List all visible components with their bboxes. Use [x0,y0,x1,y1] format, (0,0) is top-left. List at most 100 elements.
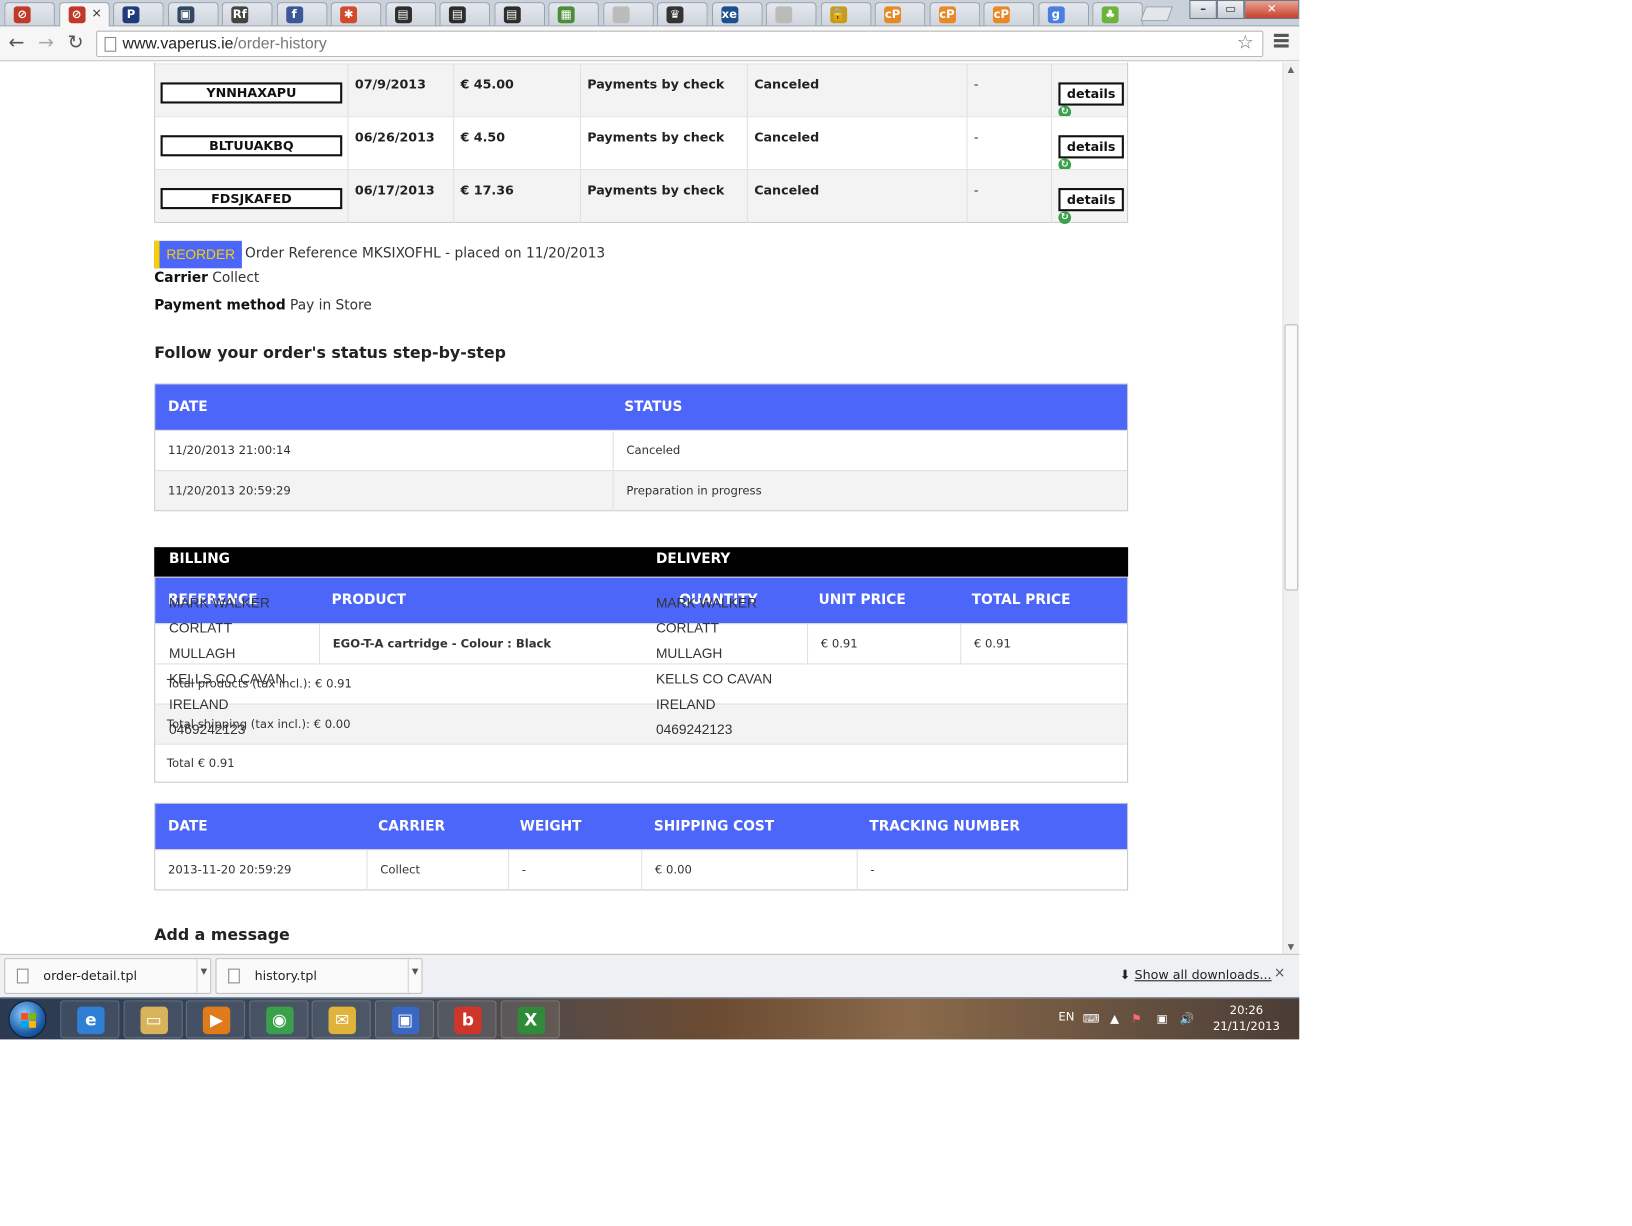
bookmark-star-icon[interactable]: ☆ [1237,32,1254,54]
taskbar-app[interactable]: ✉ [311,1000,371,1039]
chevron-down-icon[interactable]: ▼ [196,959,210,993]
details-button[interactable]: details [1058,188,1124,212]
browser-tab[interactable]: xe [711,2,763,26]
taskbar-app[interactable]: b [437,1000,497,1039]
status-section-title: Follow your order's status step-by-step [154,343,506,363]
windows-taskbar: e ▭ ▶ ◉ ✉ ▣ b X EN ⌨ ▲ ⚑ ▣ 🔊 20:26 21/11/2013 [0,997,1300,1040]
language-indicator[interactable]: EN [1058,1010,1074,1024]
table-row: 2013-11-20 20:59:29 Collect - € 0.00 - [155,849,1130,891]
order-reference-button[interactable]: YNNHAXAPU [160,82,343,104]
taskbar-app[interactable]: ◉ [248,1000,308,1039]
header-tracking-number: TRACKING NUMBER [869,818,1021,835]
browser-tab[interactable] [765,2,817,26]
table-row: 11/20/2013 21:00:14 Canceled [155,429,1128,472]
shop-icon: ▤ [503,6,521,24]
volume-icon[interactable]: 🔊 [1180,1012,1194,1026]
scroll-up-icon[interactable]: ▲ [1288,64,1295,74]
download-item[interactable]: order-detail.tpl ▼ [4,958,212,994]
show-all-downloads-link[interactable]: ⬇ Show all downloads... [1120,968,1272,983]
browser-tab[interactable]: ▤ [439,2,491,26]
products-table-header: REFERENCE PRODUCT QUANTITY UNIT PRICE TO… [155,577,1128,624]
order-payment-cell: Payments by check [579,64,747,118]
address-bar[interactable]: www.vaperus.ie/order-history ☆ [96,30,1264,58]
order-reference-button[interactable]: BLTUUAKBQ [160,135,343,157]
download-item[interactable]: history.tpl ▼ [215,958,423,994]
address-line: IRELAND [655,696,716,712]
browser-tab[interactable]: cP [983,2,1035,26]
tray-expand-icon[interactable]: ▲ [1110,1012,1119,1026]
trello-icon: ▣ [176,6,194,24]
browser-tab[interactable] [602,2,654,26]
action-center-icon[interactable]: ⚑ [1131,1012,1141,1026]
taskbar-app[interactable]: ▭ [123,1000,183,1039]
browser-tab[interactable]: f [276,2,327,26]
download-bar: order-detail.tpl ▼ history.tpl ▼ ⬇ Show a… [0,953,1300,998]
ie-icon: e [77,1006,105,1035]
scrollbar-thumb[interactable] [1284,324,1299,591]
close-icon[interactable]: × [1274,965,1286,981]
header-carrier: CARRIER [378,818,446,835]
details-button[interactable]: details [1058,82,1124,106]
taskbar-app[interactable]: X [500,1000,560,1039]
taskbar-app[interactable]: ▣ [374,1000,434,1039]
details-button[interactable]: details [1058,135,1124,159]
browser-tab[interactable]: cP [874,2,926,26]
page-icon [775,6,793,24]
new-tab-button[interactable] [1140,6,1174,22]
address-line: KELLS CO CAVAN [655,670,773,687]
browser-tab[interactable]: ♣ [1092,2,1143,26]
maximize-button[interactable]: ▭ [1216,0,1245,20]
reorder-button[interactable]: REORDER [154,240,242,269]
browser-tab[interactable]: ✱ [330,2,382,26]
browser-tab[interactable]: ▤ [493,2,545,26]
browser-tab[interactable]: ♛ [657,2,708,26]
network-icon[interactable]: ▣ [1157,1012,1168,1026]
screen: ⊘ ⊘ × P ▣ Rf f ✱ ▤ ▤ ▤ ▦ ♛ xe 🔒 cP cP cP g ♣ – ▭ ✕ ← → ↻ www.v… [0,0,1632,1226]
order-date-cell: 06/26/2013 [347,117,454,171]
reorder-icon[interactable]: ↻ [1058,211,1072,224]
page-icon [104,36,117,52]
order-payment-cell: Payments by check [579,170,747,223]
browser-tab[interactable]: ⊘ [4,2,55,26]
shipping-tracking: - [856,850,1130,891]
chevron-down-icon[interactable]: ▼ [407,959,422,993]
outlook-icon: ✉ [328,1006,356,1035]
browser-tab[interactable]: Rf [221,2,273,26]
browser-tab[interactable]: ▣ [167,2,219,26]
payment-value: Pay in Store [290,297,372,314]
taskbar-app[interactable]: e [60,1000,120,1039]
product-unit-price: € 0.91 [807,624,960,665]
scroll-down-icon[interactable]: ▼ [1288,942,1295,952]
browser-tab[interactable]: ▤ [385,2,436,26]
order-invoice-cell: - [966,117,1052,171]
address-line: MULLAGH [655,645,723,662]
close-tab-icon[interactable]: × [91,5,102,20]
vertical-scrollbar[interactable]: ▲ ▼ [1282,62,1300,954]
browser-tab[interactable]: g [1037,2,1089,26]
browser-tab[interactable]: 🔒 [820,2,871,26]
minimize-button[interactable]: – [1189,0,1217,20]
browser-tab[interactable]: ⊘ × [58,2,110,28]
shipping-table: DATE CARRIER WEIGHT SHIPPING COST TRACKI… [154,802,1130,891]
start-button[interactable] [8,1000,47,1039]
browser-tab[interactable]: ▦ [548,2,599,26]
address-line: MARK WALKER [169,594,270,611]
taskbar-app[interactable]: ▶ [185,1000,246,1039]
forward-button[interactable]: → [38,32,54,54]
chrome-menu-icon[interactable] [1273,33,1289,50]
reload-button[interactable]: ↻ [68,32,84,54]
back-button[interactable]: ← [8,32,24,54]
address-line: 0469242123 [655,721,733,738]
clock[interactable]: 20:26 21/11/2013 [1209,1002,1283,1034]
order-status-cell: Canceled [746,170,967,223]
keyboard-icon[interactable]: ⌨ [1083,1012,1100,1026]
billing-label: BILLING [169,551,230,568]
page-content: YNNHAXAPU 07/9/2013 € 45.00 Payments by che… [0,62,1283,954]
browser-tab[interactable]: P [113,2,164,26]
order-reference-button[interactable]: FDSJKAFED [160,188,343,210]
close-window-button[interactable]: ✕ [1244,0,1300,20]
carrier-line: Carrier Collect [154,270,259,286]
browser-tab[interactable]: cP [929,2,980,26]
header-product: PRODUCT [331,592,406,609]
url-text[interactable]: www.vaperus.ie/order-history [123,35,327,53]
